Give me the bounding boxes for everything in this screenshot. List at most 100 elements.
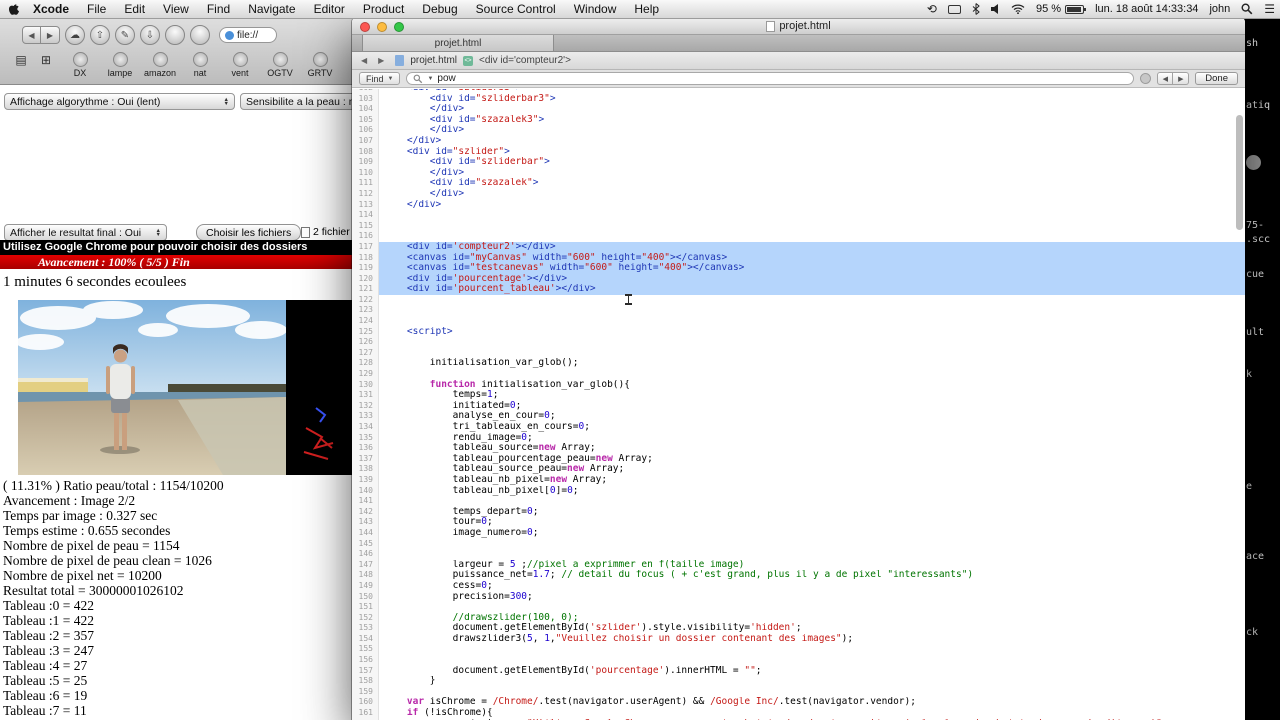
menu-item-debug[interactable]: Debug — [422, 2, 457, 16]
code-line[interactable]: 157 document.getElementById('pourcentage… — [352, 666, 1245, 677]
apple-menu-icon[interactable] — [8, 2, 20, 16]
code-line[interactable]: 124 — [352, 316, 1245, 327]
edit-button[interactable]: ✎ — [115, 25, 135, 45]
code-line[interactable]: 120 <div id='pourcentage'></div> — [352, 274, 1245, 285]
breadcrumb-symbol[interactable]: <div id='compteur2'> — [479, 55, 571, 66]
algorithm-display-select[interactable]: Affichage algorythme : Oui (lent) — [4, 93, 235, 110]
cloud-button[interactable]: ☁ — [65, 25, 85, 45]
code-line[interactable]: 111 <div id="szazalek"> — [352, 178, 1245, 189]
code-line[interactable]: 107 </div> — [352, 136, 1245, 147]
code-line[interactable]: 154 drawszlider3(5, 1,"Veuillez choisir … — [352, 634, 1245, 645]
next-match-button[interactable]: ▶ — [1173, 72, 1189, 85]
code-line[interactable]: 132 initiated=0; — [352, 401, 1245, 412]
code-line[interactable]: 127 — [352, 348, 1245, 359]
final-result-select[interactable]: Afficher le resultat final : Oui — [4, 224, 167, 241]
bookmark-item[interactable]: GRTV — [300, 50, 340, 78]
code-line[interactable]: 115 — [352, 221, 1245, 232]
choose-files-button[interactable]: Choisir les fichiers — [196, 224, 301, 241]
code-line[interactable]: 138 tableau_source_peau=new Array; — [352, 464, 1245, 475]
code-line[interactable]: 145 — [352, 539, 1245, 550]
code-line[interactable]: 110 </div> — [352, 168, 1245, 179]
bookmark-item[interactable]: OGTV — [260, 50, 300, 78]
zoom-window-button[interactable] — [394, 22, 404, 32]
editor-forward-button[interactable]: ▶ — [378, 56, 389, 65]
user-session-menu[interactable]: john — [1209, 3, 1230, 15]
code-line[interactable]: 143 tour=0; — [352, 517, 1245, 528]
code-line[interactable]: 155 — [352, 644, 1245, 655]
code-line[interactable]: 112 </div> — [352, 189, 1245, 200]
code-line[interactable]: 114 — [352, 210, 1245, 221]
code-line[interactable]: 142 temps_depart=0; — [352, 507, 1245, 518]
code-line[interactable]: 104 </div> — [352, 104, 1245, 115]
notification-center-icon[interactable]: ☰ — [1264, 2, 1275, 16]
code-line[interactable]: 149 cess=0; — [352, 581, 1245, 592]
code-line[interactable]: 116 — [352, 231, 1245, 242]
code-line[interactable]: 108 <div id="szlider"> — [352, 147, 1245, 158]
address-bar[interactable]: file:// — [219, 27, 277, 43]
code-line[interactable]: 105 <div id="szazalek3"> — [352, 115, 1245, 126]
code-line[interactable]: 148 puissance_net=1.7; // detail du focu… — [352, 570, 1245, 581]
code-line[interactable]: 151 — [352, 602, 1245, 613]
tab-projet-html[interactable]: projet.html — [362, 35, 554, 51]
close-window-button[interactable] — [360, 22, 370, 32]
code-line[interactable]: 158 } — [352, 676, 1245, 687]
code-line[interactable]: 137 tableau_pourcentage_peau=new Array; — [352, 454, 1245, 465]
display-mirroring-icon[interactable] — [948, 5, 961, 14]
find-options-icon[interactable] — [1140, 73, 1151, 84]
reading-list-icon[interactable]: ▤ — [10, 53, 32, 67]
bluetooth-icon[interactable] — [972, 3, 980, 15]
editor-scrollbar[interactable] — [1236, 115, 1243, 230]
code-line[interactable]: 103 <div id="szliderbar3"> — [352, 94, 1245, 105]
toolbar-button[interactable] — [165, 25, 185, 45]
back-button[interactable]: ◀ — [22, 26, 41, 44]
bookmark-item[interactable]: amazon — [140, 50, 180, 78]
code-line[interactable]: 136 tableau_source=new Array; — [352, 443, 1245, 454]
code-line[interactable]: 135 rendu_image=0; — [352, 433, 1245, 444]
menu-item-file[interactable]: File — [87, 2, 106, 16]
code-line[interactable]: 129 — [352, 369, 1245, 380]
toolbar-button[interactable] — [190, 25, 210, 45]
minimize-window-button[interactable] — [377, 22, 387, 32]
code-line[interactable]: 144 image_numero=0; — [352, 528, 1245, 539]
menu-item-editor[interactable]: Editor — [314, 2, 345, 16]
find-search-field[interactable]: ▼ pow — [406, 72, 1134, 85]
code-line[interactable]: 113 </div> — [352, 200, 1245, 211]
code-line[interactable]: 150 precision=300; — [352, 592, 1245, 603]
menu-item-source-control[interactable]: Source Control — [476, 2, 556, 16]
code-line[interactable]: 109 <div id="szliderbar"> — [352, 157, 1245, 168]
code-line[interactable]: 126 — [352, 337, 1245, 348]
find-mode-dropdown[interactable]: Find▼ — [359, 72, 400, 85]
menu-item-xcode[interactable]: Xcode — [33, 2, 69, 16]
code-line[interactable]: 121 <div id='pourcent_tableau'></div> — [352, 284, 1245, 295]
code-line[interactable]: 156 — [352, 655, 1245, 666]
code-line[interactable]: 152 //drawszlider(100, 0); — [352, 613, 1245, 624]
bookmarks-grid-icon[interactable]: ⊞ — [35, 53, 57, 67]
code-line[interactable]: 119 <canvas id="testcanevas" width="600"… — [352, 263, 1245, 274]
code-line[interactable]: 130 function initialisation_var_glob(){ — [352, 380, 1245, 391]
code-line[interactable]: 140 tableau_nb_pixel[0]=0; — [352, 486, 1245, 497]
code-line[interactable]: 122 — [352, 295, 1245, 306]
menu-item-navigate[interactable]: Navigate — [248, 2, 295, 16]
code-line[interactable]: 159 — [352, 687, 1245, 698]
wifi-icon[interactable] — [1011, 4, 1025, 14]
editor-back-button[interactable]: ◀ — [361, 56, 372, 65]
code-line[interactable]: 125 <script> — [352, 327, 1245, 338]
menu-item-help[interactable]: Help — [634, 2, 659, 16]
spotlight-icon[interactable] — [1241, 3, 1253, 15]
breadcrumb-file[interactable]: projet.html — [410, 55, 457, 66]
code-line[interactable]: 146 — [352, 549, 1245, 560]
bookmark-item[interactable]: vent — [220, 50, 260, 78]
code-line[interactable]: 106 </div> — [352, 125, 1245, 136]
menu-item-edit[interactable]: Edit — [124, 2, 145, 16]
search-recents-chevron-icon[interactable]: ▼ — [427, 76, 433, 82]
bookmark-item[interactable]: lampe — [100, 50, 140, 78]
share-button[interactable]: ⇧ — [90, 25, 110, 45]
bookmark-item[interactable]: DX — [60, 50, 100, 78]
menu-item-window[interactable]: Window — [574, 2, 617, 16]
code-line[interactable]: 131 temps=1; — [352, 390, 1245, 401]
skin-sensitivity-select[interactable]: Sensibilite a la peau : moy — [240, 93, 362, 110]
previous-match-button[interactable]: ◀ — [1157, 72, 1173, 85]
forward-button[interactable]: ▶ — [41, 26, 60, 44]
code-line[interactable]: 147 largeur = 5 ;//pixel a exprimmer en … — [352, 560, 1245, 571]
code-line[interactable]: 141 — [352, 496, 1245, 507]
